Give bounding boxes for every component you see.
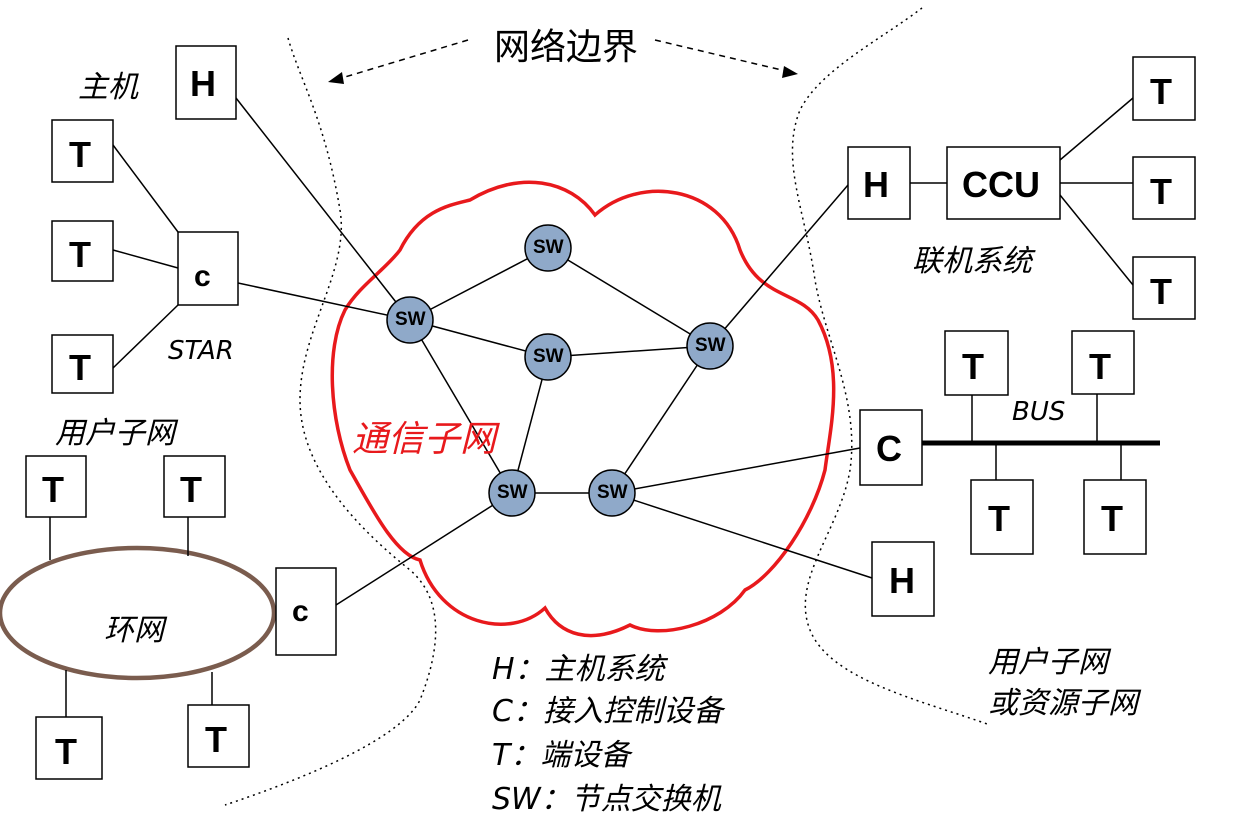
switch-label: SW (497, 482, 528, 503)
terminal-box-label: T (962, 346, 984, 387)
boundary-arrowhead-left (328, 72, 344, 84)
boundary-arrowhead-right (782, 66, 798, 78)
link (335, 492, 513, 606)
host-box-label: H (190, 63, 216, 104)
link (112, 249, 179, 269)
legend-item-controller: C：接入控制设备 (492, 694, 723, 729)
ccu-box-label: CCU (962, 164, 1040, 205)
terminal-box-label: T (180, 469, 202, 510)
link (112, 144, 179, 233)
terminal-box-label: T (69, 347, 91, 388)
link (611, 492, 873, 579)
user-subnet-right-label: 用户子网 (988, 645, 1108, 680)
controller-box-label: c (292, 595, 309, 628)
link (611, 345, 711, 494)
switch-label: SW (597, 482, 628, 503)
legend-item-terminal: T：端设备 (492, 738, 631, 773)
terminal-box-label: T (988, 498, 1010, 539)
host-label: 主机 (78, 70, 138, 105)
switch-label: SW (533, 237, 564, 258)
bus-label: BUS (1012, 397, 1066, 427)
network-diagram: 网络边界 H T T T c T T c T T H CCU T T T T T… (0, 0, 1254, 830)
ring-label: 环网 (104, 613, 164, 648)
controller-box-label: C (876, 428, 902, 469)
switch-label: SW (695, 335, 726, 356)
boundary-arrow-right (654, 39, 791, 73)
comm-subnet-cloud (330, 180, 836, 638)
online-system-label: 联机系统 (912, 244, 1032, 279)
link (1059, 194, 1134, 286)
star-label: STAR (168, 336, 234, 366)
host-box-label: H (889, 560, 915, 601)
terminal-box-label: T (1101, 498, 1123, 539)
switch-label: SW (395, 309, 426, 330)
terminal-box-label: T (69, 134, 91, 175)
host-box-label: H (863, 164, 889, 205)
comm-subnet-label: 通信子网 (352, 419, 497, 460)
controller-box-label: c (194, 260, 211, 293)
terminal-box-label: T (42, 469, 64, 510)
link (611, 447, 861, 494)
link (237, 282, 411, 321)
terminal-box-label: T (1150, 171, 1172, 212)
switch-label: SW (533, 346, 564, 367)
link (409, 319, 513, 494)
legend-item-switch: SW：节点交换机 (492, 782, 721, 817)
link (547, 345, 711, 358)
link (709, 184, 849, 347)
terminal-box-label: T (1089, 346, 1111, 387)
terminal-box-label: T (1150, 71, 1172, 112)
terminal-box-label: T (55, 731, 77, 772)
network-boundary-title: 网络边界 (494, 27, 639, 68)
legend-item-host: H：主机系统 (492, 652, 665, 687)
boundary-arrow-left (334, 39, 469, 81)
link (235, 97, 411, 321)
resource-subnet-label: 或资源子网 (988, 686, 1138, 721)
link (1059, 97, 1134, 161)
terminal-box-label: T (69, 234, 91, 275)
user-subnet-left-label: 用户子网 (55, 416, 175, 451)
terminal-box-label: T (205, 719, 227, 760)
link (547, 247, 711, 347)
terminal-box-label: T (1150, 271, 1172, 312)
